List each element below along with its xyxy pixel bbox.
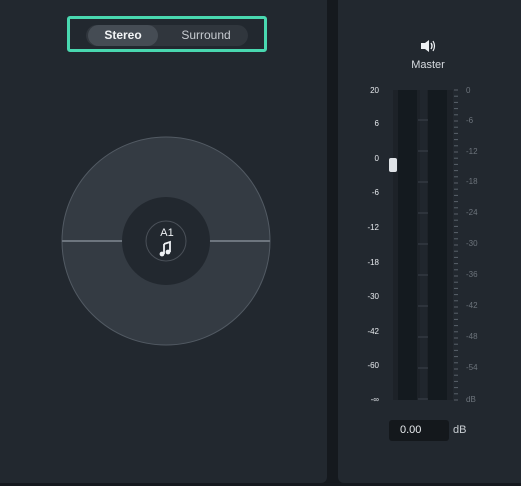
meter-right-tick-label: -54 <box>466 363 478 372</box>
meter-left-tick-label: 0 <box>374 154 379 163</box>
master-volume-panel <box>338 0 521 483</box>
meter-right-tick-label: -18 <box>466 177 478 186</box>
stereo-button[interactable]: Stereo <box>88 25 158 46</box>
meter-right-tick-label: -30 <box>466 239 478 248</box>
meter-left-tick-label: -∞ <box>370 395 379 404</box>
volume-unit-label: dB <box>453 424 467 436</box>
meter-right-tick-label: dB <box>466 395 476 404</box>
meter-left-tick-label: 20 <box>370 86 379 95</box>
meter-right-tick-label: -42 <box>466 301 478 310</box>
meter-left-tick-label: -42 <box>367 327 379 336</box>
meter-left-tick-label: -60 <box>367 361 379 370</box>
meter-right-tick-label: -6 <box>466 116 474 125</box>
surround-button[interactable]: Surround <box>170 25 242 46</box>
meter-right-tick-label: -48 <box>466 332 478 341</box>
meter-right-tick-label: -36 <box>466 270 478 279</box>
master-label: Master <box>411 59 445 71</box>
meter-left-tick-label: -30 <box>367 292 379 301</box>
volume-value-input[interactable]: 0.00 <box>389 420 449 441</box>
meter-left-tick-label: -12 <box>367 223 379 232</box>
meter-left-tick-label: -6 <box>371 188 379 197</box>
meter-right-tick-label: 0 <box>466 86 471 95</box>
stereo-surround-toggle[interactable]: Stereo Surround <box>86 25 248 46</box>
meter-right-tick-label: -12 <box>466 147 478 156</box>
meter-left-tick-label: -18 <box>367 258 379 267</box>
meter-right-tick-label: -24 <box>466 208 478 217</box>
pan-channel-label: A1 <box>160 227 174 239</box>
meter-left-tick-label: 6 <box>374 119 379 128</box>
speaker-icon[interactable] <box>420 39 436 53</box>
volume-fader-handle[interactable] <box>389 158 397 172</box>
